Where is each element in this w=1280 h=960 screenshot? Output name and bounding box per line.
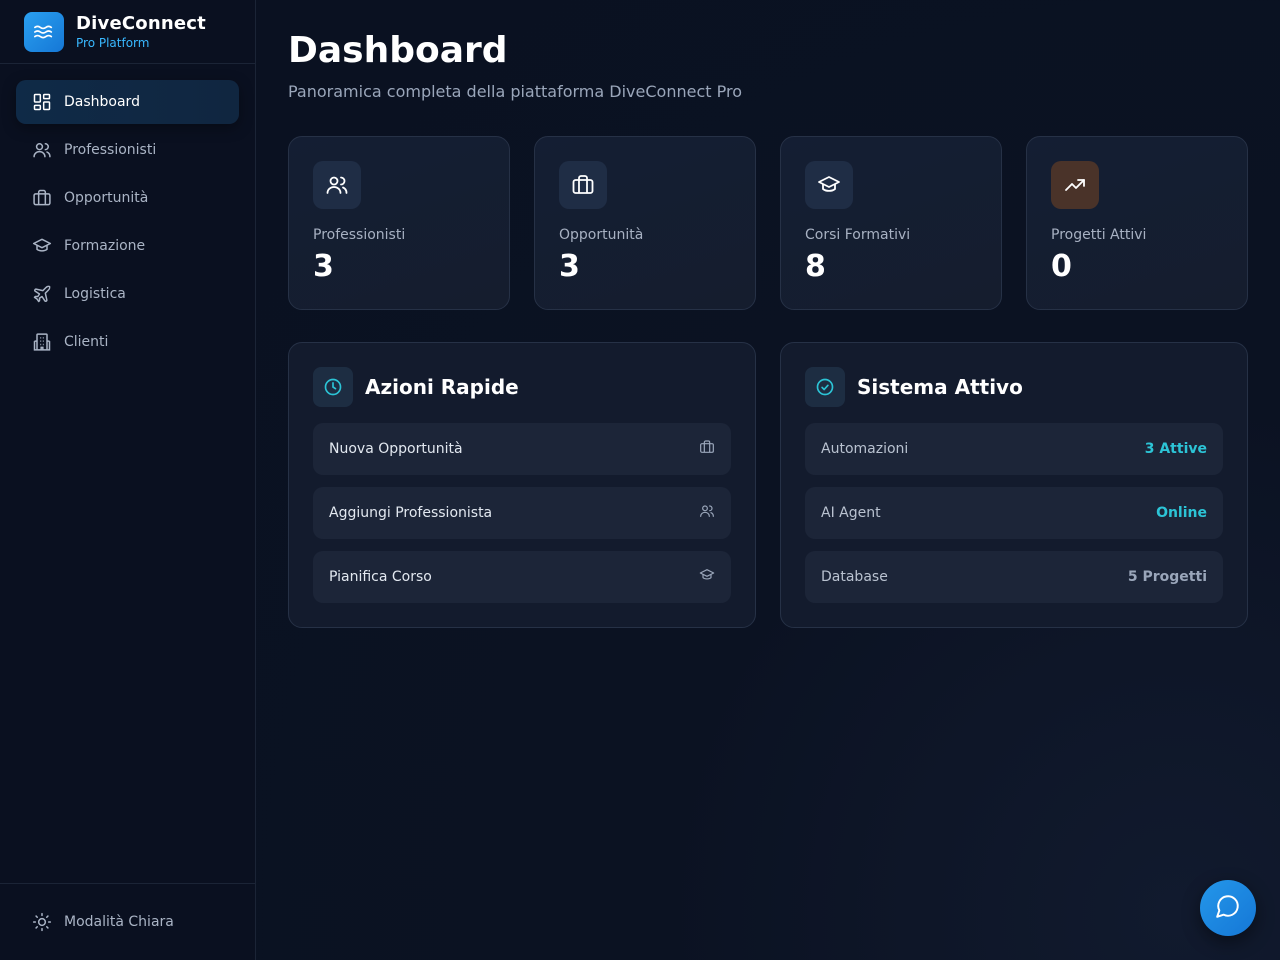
chat-bubble-icon [1215, 893, 1241, 923]
dashboard-grid-icon [32, 92, 52, 112]
plan-course-button[interactable]: Pianifica Corso [313, 551, 731, 603]
sidebar-item-label: Professionisti [64, 142, 157, 158]
graduation-cap-icon [699, 567, 715, 587]
plane-icon [32, 284, 52, 304]
stat-card-professionisti[interactable]: Professionisti 3 [288, 136, 510, 310]
status-value: 5 Progetti [1127, 569, 1207, 585]
quick-actions-title: Azioni Rapide [365, 375, 519, 399]
stat-card-progetti-attivi[interactable]: Progetti Attivi 0 [1026, 136, 1248, 310]
sidebar-item-logistica[interactable]: Logistica [16, 272, 239, 316]
graduation-cap-icon [32, 236, 52, 256]
system-status-panel: Sistema Attivo Automazioni 3 Attive AI A… [780, 342, 1248, 628]
sidebar-item-label: Opportunità [64, 190, 149, 206]
check-circle-icon [805, 367, 845, 407]
status-row-automazioni: Automazioni 3 Attive [805, 423, 1223, 475]
status-row-ai-agent: AI Agent Online [805, 487, 1223, 539]
sidebar-item-opportunita[interactable]: Opportunità [16, 176, 239, 220]
page-title: Dashboard [288, 30, 508, 71]
add-professional-button[interactable]: Aggiungi Professionista [313, 487, 731, 539]
stat-card-corsi-formativi[interactable]: Corsi Formativi 8 [780, 136, 1002, 310]
graduation-cap-icon [805, 161, 853, 209]
building-icon [32, 332, 52, 352]
theme-toggle-button[interactable]: Modalità Chiara [16, 900, 239, 944]
sidebar-item-label: Logistica [64, 286, 126, 302]
trending-up-icon [1051, 161, 1099, 209]
stat-card-opportunita[interactable]: Opportunità 3 [534, 136, 756, 310]
row-label: Aggiungi Professionista [329, 505, 493, 521]
sidebar-item-professionisti[interactable]: Professionisti [16, 128, 239, 172]
panels-row: Azioni Rapide Nuova Opportunità Aggiungi… [288, 342, 1248, 628]
sidebar-item-dashboard[interactable]: Dashboard [16, 80, 239, 124]
sidebar-item-clienti[interactable]: Clienti [16, 320, 239, 364]
stat-label: Corsi Formativi [805, 227, 911, 243]
sidebar-item-formazione[interactable]: Formazione [16, 224, 239, 268]
waves-logo-icon [24, 11, 64, 52]
sidebar-item-label: Clienti [64, 334, 109, 350]
row-label: Nuova Opportunità [329, 441, 463, 457]
status-label: Database [821, 569, 888, 585]
main-content: Dashboard Panoramica completa della piat… [256, 0, 1280, 960]
stat-label: Opportunità [559, 227, 644, 243]
page-subtitle: Panoramica completa della piattaforma Di… [288, 82, 742, 101]
stats-row: Professionisti 3 Opportunità 3 Corsi For… [288, 136, 1248, 310]
users-icon [313, 161, 361, 209]
sidebar-nav: Dashboard Professionisti Opportunità For… [0, 64, 255, 384]
sidebar-footer: Modalità Chiara [0, 883, 255, 960]
stat-value: 8 [805, 249, 826, 284]
row-label: Pianifica Corso [329, 569, 432, 585]
status-label: Automazioni [821, 441, 909, 457]
stat-value: 0 [1051, 249, 1072, 284]
status-row-database: Database 5 Progetti [805, 551, 1223, 603]
users-icon [32, 140, 52, 160]
stat-value: 3 [559, 249, 580, 284]
briefcase-icon [32, 188, 52, 208]
sun-icon [32, 912, 52, 932]
new-opportunity-button[interactable]: Nuova Opportunità [313, 423, 731, 475]
status-label: AI Agent [821, 505, 881, 521]
brand-name: DiveConnect [76, 13, 206, 34]
brand[interactable]: DiveConnect Pro Platform [0, 0, 255, 64]
users-icon [699, 503, 715, 523]
sidebar: DiveConnect Pro Platform Dashboard Profe… [0, 0, 256, 960]
brand-subtitle: Pro Platform [76, 36, 150, 50]
briefcase-icon [559, 161, 607, 209]
quick-actions-panel: Azioni Rapide Nuova Opportunità Aggiungi… [288, 342, 756, 628]
system-status-title: Sistema Attivo [857, 375, 1023, 399]
clock-icon [313, 367, 353, 407]
status-value: 3 Attive [1144, 441, 1207, 457]
theme-toggle-label: Modalità Chiara [64, 914, 174, 930]
briefcase-icon [699, 439, 715, 459]
sidebar-item-label: Formazione [64, 238, 146, 254]
sidebar-item-label: Dashboard [64, 94, 140, 110]
stat-value: 3 [313, 249, 334, 284]
stat-label: Professionisti [313, 227, 406, 243]
chat-button[interactable] [1200, 880, 1256, 936]
status-value: Online [1156, 505, 1207, 521]
stat-label: Progetti Attivi [1051, 227, 1147, 243]
